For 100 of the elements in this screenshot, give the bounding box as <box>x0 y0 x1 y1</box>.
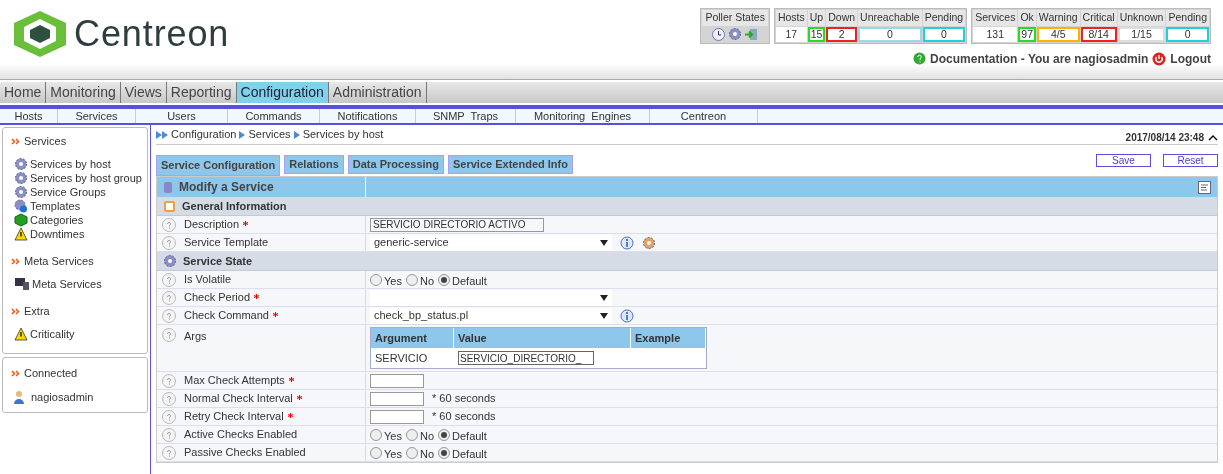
chevrons-icon <box>11 369 20 377</box>
column-header: Unreachable <box>858 10 922 26</box>
help-icon[interactable] <box>162 217 176 232</box>
unit-label: * 60 seconds <box>432 391 496 407</box>
menu-tab[interactable]: Views <box>120 82 167 103</box>
help-icon[interactable] <box>162 272 176 287</box>
help-icon[interactable] <box>162 308 176 323</box>
clock-icon[interactable] <box>711 26 727 42</box>
radio-label: Yes <box>384 446 402 462</box>
service-count[interactable]: 4/5 <box>1036 26 1080 42</box>
radio-button[interactable] <box>438 273 450 286</box>
logout-link[interactable]: Logout <box>1170 49 1211 68</box>
chevrons-icon <box>11 257 20 265</box>
gears-icon <box>14 185 28 199</box>
field-label: Check Period <box>184 290 251 306</box>
menu-tab[interactable]: Home <box>0 82 47 103</box>
form-tab[interactable]: Data Processing <box>347 155 444 174</box>
host-count[interactable]: 15 <box>807 26 826 42</box>
select-field[interactable]: generic-service <box>370 234 612 251</box>
submenu-item[interactable]: Centreon <box>650 109 758 123</box>
submenu-item[interactable]: Notifications <box>320 109 416 123</box>
field-label: Check Command <box>184 308 269 324</box>
help-icon[interactable] <box>162 427 176 442</box>
breadcrumb-link[interactable]: Services by host <box>302 126 384 143</box>
radio-label: Yes <box>384 273 402 289</box>
form-tab[interactable]: Service Extended Info <box>448 155 573 174</box>
date-time: 2017/08/14 23:48 <box>1125 131 1204 145</box>
help-icon[interactable] <box>162 235 176 250</box>
logo-icon <box>12 9 68 59</box>
collapse-icon[interactable] <box>1208 133 1218 142</box>
form-button[interactable]: Reset <box>1163 154 1218 167</box>
description-field[interactable]: SERVICIO DIRECTORIO ACTIVO <box>370 217 544 232</box>
radio-button[interactable] <box>405 446 418 459</box>
service-count[interactable]: 131 <box>973 26 1018 42</box>
radio-button[interactable] <box>370 273 382 286</box>
radio-label: Default <box>452 428 487 444</box>
host-count[interactable]: 0 <box>858 26 922 42</box>
form-button[interactable]: Save <box>1096 154 1151 167</box>
column-header: Down <box>826 10 858 26</box>
radio-button[interactable] <box>438 446 450 459</box>
submenu-item[interactable]: Commands <box>228 109 320 123</box>
submenu-item[interactable]: SNMP Traps <box>416 109 516 123</box>
number-field[interactable] <box>370 391 424 406</box>
column-header: Pending <box>1166 10 1209 26</box>
menu-tab[interactable]: Monitoring <box>46 82 121 103</box>
help-icon[interactable] <box>913 52 927 66</box>
form-tab[interactable]: Service Configuration <box>156 155 281 176</box>
breadcrumb-link[interactable]: Services <box>248 126 291 143</box>
submenu-item[interactable]: Users <box>136 109 228 123</box>
user-name: nagiosadmin <box>31 389 94 405</box>
radio-button[interactable] <box>438 428 450 441</box>
help-icon[interactable] <box>162 328 176 342</box>
select-field[interactable]: check_bp_status.pl <box>370 307 612 324</box>
field-label: Service Template <box>184 235 269 251</box>
column-header: Unknown <box>1117 10 1166 26</box>
power-icon[interactable] <box>1152 51 1167 66</box>
info-icon[interactable] <box>620 235 634 250</box>
help-icon[interactable] <box>162 290 176 305</box>
help-icon[interactable] <box>162 373 176 388</box>
chevron-icon <box>239 130 246 139</box>
help-icon[interactable] <box>162 445 176 460</box>
submenu-item[interactable]: Services <box>58 109 136 123</box>
field-label: Normal Check Interval <box>184 391 293 407</box>
notepad-icon <box>163 199 176 213</box>
field-label: Active Checks Enabled <box>184 427 298 443</box>
host-count[interactable]: 2 <box>826 26 858 42</box>
radio-button[interactable] <box>370 428 382 441</box>
service-count[interactable]: 1/15 <box>1117 26 1166 42</box>
form-tab[interactable]: Relations <box>284 155 344 174</box>
submenu-item[interactable]: Hosts <box>0 109 58 123</box>
gear-icon <box>14 171 28 185</box>
sidebar-link[interactable]: Meta Services <box>32 275 102 293</box>
radio-button[interactable] <box>370 446 382 459</box>
host-count[interactable]: 0 <box>922 26 966 42</box>
list-icon[interactable] <box>1198 180 1211 194</box>
sidebar-link[interactable]: Criticality <box>30 325 75 343</box>
value-field[interactable]: SERVICIO_DIRECTORIO_ <box>458 351 594 365</box>
field-label: Retry Check Interval <box>184 409 284 425</box>
radio-button[interactable] <box>405 273 418 286</box>
service-count[interactable]: 8/14 <box>1080 26 1117 42</box>
host-count[interactable]: 17 <box>775 26 807 42</box>
select-field[interactable] <box>370 289 612 306</box>
help-icon[interactable] <box>162 409 176 424</box>
documentation-link[interactable]: Documentation - You are nagiosadmin <box>930 49 1149 68</box>
breadcrumb-link[interactable]: Configuration <box>171 126 237 143</box>
service-count[interactable]: 97 <box>1018 26 1036 42</box>
user-icon <box>13 390 25 404</box>
menu-tab[interactable]: Reporting <box>166 82 237 103</box>
exit-icon[interactable] <box>744 26 760 42</box>
menu-tab[interactable]: Administration <box>328 82 427 103</box>
chevron-icon <box>293 130 300 139</box>
gear-icon <box>14 157 28 171</box>
number-field[interactable] <box>370 409 424 424</box>
info-icon[interactable] <box>620 308 634 323</box>
submenu-item[interactable]: Monitoring Engines <box>516 109 650 123</box>
service-count[interactable]: 0 <box>1166 26 1209 42</box>
help-icon[interactable] <box>162 391 176 406</box>
number-field[interactable] <box>370 373 424 388</box>
menu-tab[interactable]: Configuration <box>236 82 329 103</box>
radio-button[interactable] <box>405 428 418 441</box>
